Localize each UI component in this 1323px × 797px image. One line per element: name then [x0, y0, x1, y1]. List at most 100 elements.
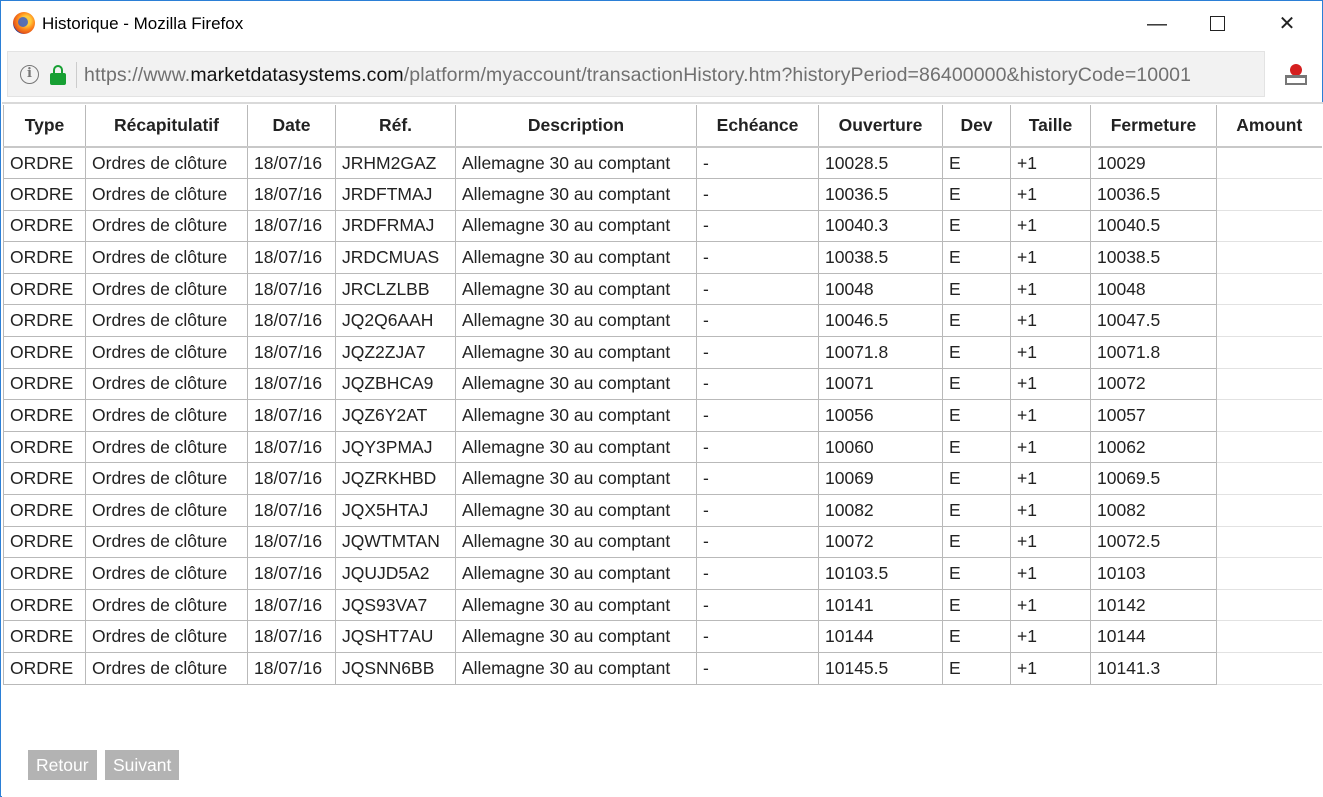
table-cell: Ordres de clôture — [85, 336, 248, 369]
table-cell: JQSHT7AU — [335, 620, 456, 653]
close-button[interactable]: ✕ — [1267, 9, 1307, 39]
table-cell: JRDCMUAS — [335, 241, 456, 274]
table-row[interactable]: ORDRE Ordres de clôture 18/07/16 JQSHT7AU Al… — [3, 620, 1322, 653]
column-header[interactable]: Dev — [942, 105, 1011, 148]
table-cell: - — [696, 462, 819, 496]
table-row[interactable]: ORDRE Ordres de clôture 18/07/16 JQUJD5A2 Al… — [3, 557, 1322, 590]
table-cell: 18/07/16 — [247, 557, 336, 590]
table-row[interactable]: ORDRE Ordres de clôture 18/07/16 JQY3PMAJ Al… — [3, 430, 1322, 464]
table-cell: Allemagne 30 au comptant — [455, 336, 697, 369]
next-button[interactable]: Suivant — [104, 750, 180, 780]
table-row[interactable]: ORDRE Ordres de clôture 18/07/16 JQZ6Y2AT Al… — [3, 399, 1322, 432]
table-cell: - — [696, 525, 819, 559]
page-content: Type Récapitulatif Date Réf. Description… — [2, 102, 1323, 797]
table-cell: - — [696, 146, 819, 180]
table-cell-empty — [1216, 399, 1322, 432]
info-icon[interactable]: i — [20, 65, 39, 84]
table-cell: ORDRE — [3, 146, 86, 180]
table-cell: Ordres de clôture — [85, 304, 248, 338]
table-cell: JQSNN6BB — [335, 652, 456, 685]
table-row[interactable]: ORDRE Ordres de clôture 18/07/16 JQWTMTAN Al… — [3, 525, 1322, 559]
table-cell: 10029 — [1090, 146, 1217, 180]
table-row[interactable]: ORDRE Ordres de clôture 18/07/16 JQ2Q6AAH Al… — [3, 304, 1322, 338]
column-header[interactable]: Description — [455, 105, 697, 148]
table-cell: E — [942, 652, 1011, 685]
table-cell: Allemagne 30 au comptant — [455, 557, 697, 590]
table-cell: 10144 — [818, 620, 943, 653]
table-row[interactable]: ORDRE Ordres de clôture 18/07/16 JQS93VA7 Al… — [3, 588, 1322, 622]
table-cell: Ordres de clôture — [85, 178, 248, 211]
table-cell: 10038.5 — [818, 241, 943, 274]
url-host: marketdatasystems.com — [190, 64, 404, 86]
table-cell: 10046.5 — [818, 304, 943, 338]
table-row[interactable]: ORDRE Ordres de clôture 18/07/16 JRDCMUAS Al… — [3, 241, 1322, 274]
table-row[interactable]: ORDRE Ordres de clôture 18/07/16 JQZBHCA9 Al… — [3, 367, 1322, 401]
table-row[interactable]: ORDRE Ordres de clôture 18/07/16 JQSNN6BB Al… — [3, 652, 1322, 685]
table-row[interactable]: ORDRE Ordres de clôture 18/07/16 JQX5HTAJ Al… — [3, 494, 1322, 527]
table-cell: ORDRE — [3, 430, 86, 464]
table-cell: Ordres de clôture — [85, 241, 248, 274]
back-button[interactable]: Retour — [28, 750, 97, 780]
table-cell: Ordres de clôture — [85, 272, 248, 306]
table-cell: 10071.8 — [818, 336, 943, 369]
table-cell-empty — [1216, 210, 1322, 243]
table-cell: JQZBHCA9 — [335, 367, 456, 401]
column-header[interactable]: Date — [247, 105, 336, 148]
table-cell: E — [942, 620, 1011, 653]
table-cell: 10082 — [818, 494, 943, 527]
table-cell: - — [696, 272, 819, 306]
lock-icon[interactable] — [49, 64, 67, 86]
table-cell: Ordres de clôture — [85, 367, 248, 401]
table-cell: 10036.5 — [1090, 178, 1217, 211]
table-cell: E — [942, 336, 1011, 369]
table-row[interactable]: ORDRE Ordres de clôture 18/07/16 JQZRKHBD Al… — [3, 462, 1322, 496]
table-row[interactable]: ORDRE Ordres de clôture 18/07/16 JRCLZLBB Al… — [3, 272, 1322, 306]
table-cell: 10141.3 — [1090, 652, 1217, 685]
table-cell: - — [696, 652, 819, 685]
url-text[interactable]: https://www.marketdatasystems.com/platfo… — [84, 64, 1191, 87]
column-header[interactable]: Fermeture — [1090, 105, 1217, 148]
column-header[interactable]: Echéance — [696, 105, 819, 148]
table-cell: JQS93VA7 — [335, 588, 456, 622]
table-row[interactable]: ORDRE Ordres de clôture 18/07/16 JRDFRMAJ Al… — [3, 209, 1322, 243]
maximize-button[interactable] — [1197, 9, 1237, 39]
table-row[interactable]: ORDRE Ordres de clôture 18/07/16 JRDFTMAJ Al… — [3, 178, 1322, 211]
table-cell: 18/07/16 — [247, 178, 336, 211]
table-cell: ORDRE — [3, 494, 86, 527]
column-header[interactable]: Type — [3, 105, 86, 148]
table-cell: +1 — [1010, 178, 1091, 211]
column-header[interactable]: Ouverture — [818, 105, 943, 148]
table-cell: +1 — [1010, 367, 1091, 401]
table-cell: 18/07/16 — [247, 146, 336, 180]
table-cell: +1 — [1010, 241, 1091, 274]
table-row[interactable]: ORDRE Ordres de clôture 18/07/16 JQZ2ZJA7 Al… — [3, 336, 1322, 369]
table-cell: - — [696, 588, 819, 622]
table-cell: 10082 — [1090, 494, 1217, 527]
table-header-row: Type Récapitulatif Date Réf. Description… — [3, 105, 1322, 148]
table-cell-empty — [1216, 652, 1322, 685]
table-cell: +1 — [1010, 430, 1091, 464]
table-cell: - — [696, 430, 819, 464]
minimize-button[interactable]: — — [1137, 9, 1177, 39]
table-cell: - — [696, 304, 819, 338]
address-bar[interactable]: i https://www.marketdatasystems.com/plat… — [7, 51, 1265, 97]
table-cell: +1 — [1010, 304, 1091, 338]
pagination: Retour Suivant — [28, 750, 183, 780]
divider — [76, 62, 77, 88]
table-cell: 10062 — [1090, 430, 1217, 464]
table-cell: Ordres de clôture — [85, 620, 248, 653]
table-cell: 10048 — [818, 272, 943, 306]
table-cell: 18/07/16 — [247, 272, 336, 306]
table-cell: Allemagne 30 au comptant — [455, 304, 697, 338]
column-header[interactable]: Amount — [1216, 105, 1322, 148]
table-cell: ORDRE — [3, 304, 86, 338]
table-row[interactable]: ORDRE Ordres de clôture 18/07/16 JRHM2GAZ Al… — [3, 146, 1322, 180]
table-cell: E — [942, 304, 1011, 338]
extension-icon[interactable] — [1283, 61, 1309, 87]
column-header[interactable]: Réf. — [335, 105, 456, 148]
column-header[interactable]: Récapitulatif — [85, 105, 248, 148]
table-cell: ORDRE — [3, 336, 86, 369]
window-title: Historique - Mozilla Firefox — [42, 14, 244, 33]
column-header[interactable]: Taille — [1010, 105, 1091, 148]
table-cell-empty — [1216, 336, 1322, 369]
